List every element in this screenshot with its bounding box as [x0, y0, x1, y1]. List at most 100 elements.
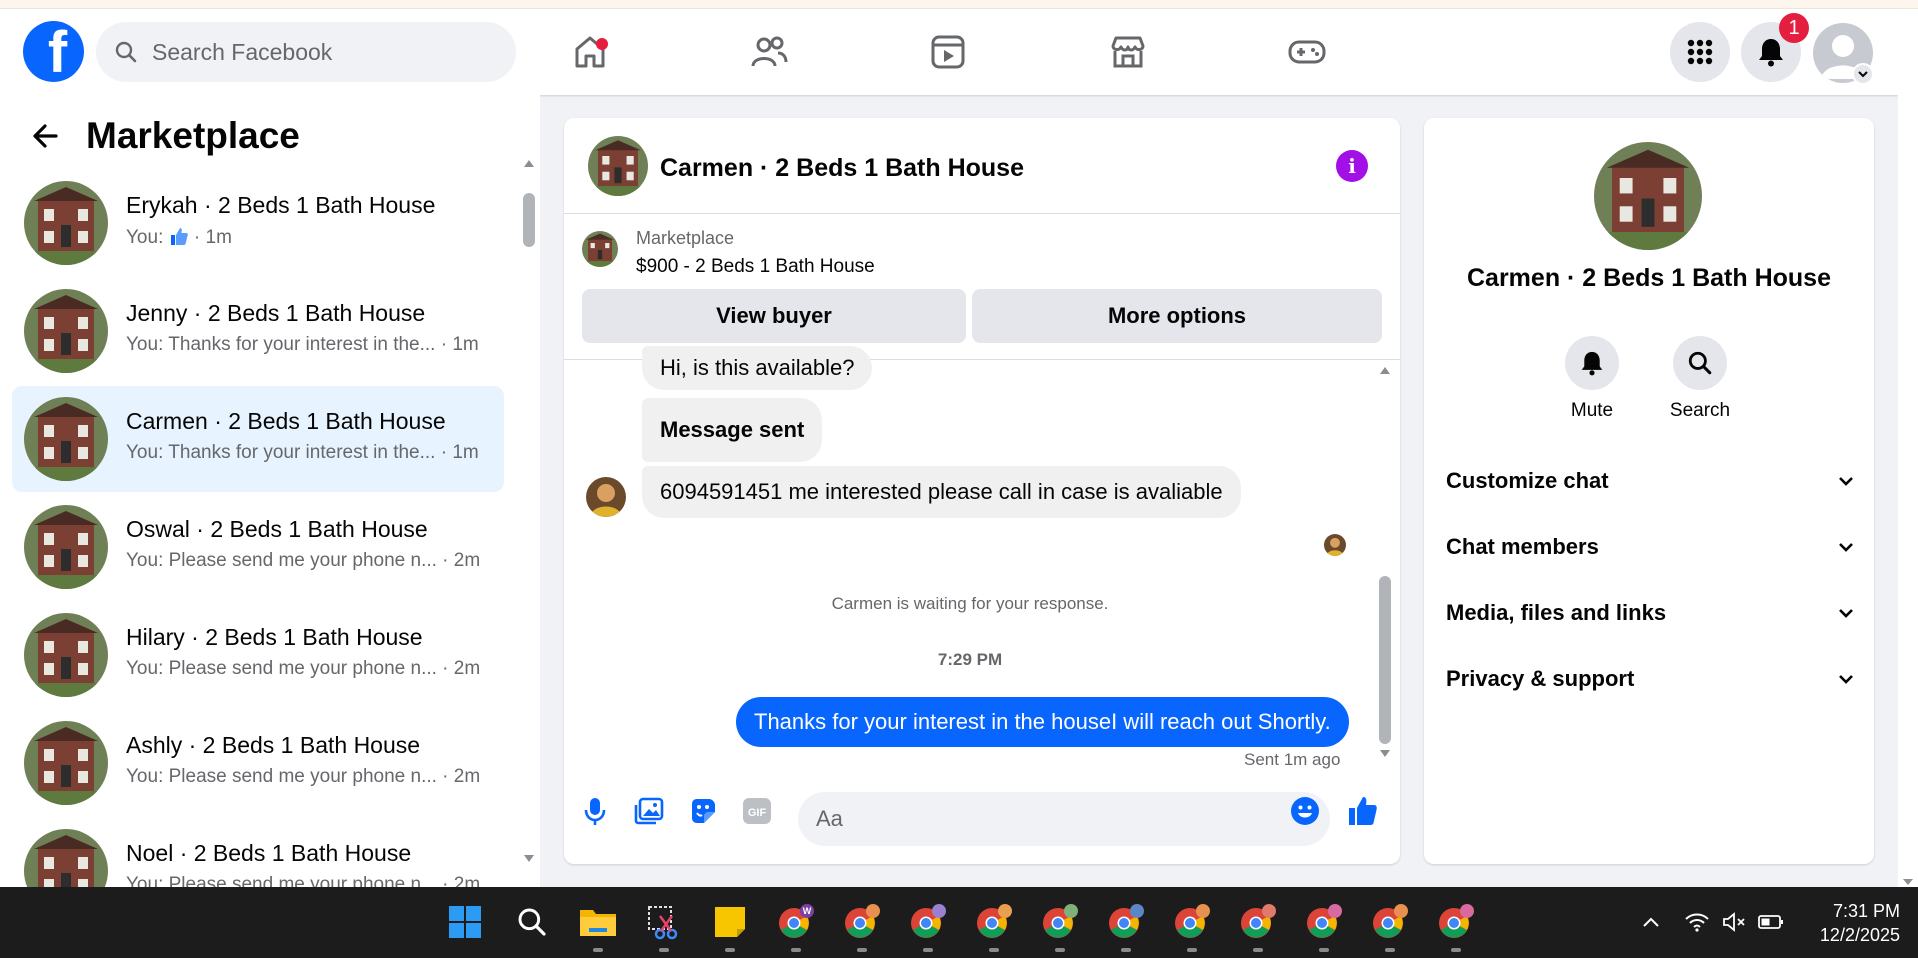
system-clock[interactable]: 7:31 PM 12/2/2025 [1800, 899, 1900, 947]
marketplace-icon [1111, 36, 1145, 67]
scrollbar-thumb[interactable] [523, 193, 535, 247]
chevron-down-icon [1858, 71, 1868, 78]
chevron-down-icon [1839, 609, 1853, 618]
nav-gaming[interactable] [1277, 24, 1337, 79]
account-menu-chevron[interactable] [1852, 63, 1874, 85]
incoming-message[interactable]: Hi, is this available? [642, 346, 873, 390]
customize-chat-section[interactable]: Customize chat [1446, 461, 1856, 501]
mute-circle[interactable] [1565, 336, 1619, 390]
photo-icon [634, 797, 664, 825]
attach-photo-button[interactable] [632, 794, 666, 828]
marketplace-conversation-list: Marketplace Erykah · 2 Beds 1 Bath House… [0, 95, 540, 887]
conversation-preview: You: Please send me your phone n... · 2m [126, 766, 481, 787]
conversation-item[interactable]: Ashly · 2 Beds 1 Bath House You: Please … [12, 710, 504, 816]
sticky-notes-icon [715, 907, 745, 937]
battery-button[interactable] [1756, 907, 1786, 937]
conversation-item[interactable]: Hilary · 2 Beds 1 Bath House You: Please… [12, 602, 504, 708]
conversation-name: Erykah · 2 Beds 1 Bath House [126, 192, 436, 218]
running-indicator [1187, 948, 1197, 952]
gif-button[interactable]: GIF [740, 794, 774, 828]
message-input[interactable]: Aa [798, 792, 1330, 846]
start-button[interactable] [444, 901, 486, 943]
privacy-support-section[interactable]: Privacy & support [1446, 659, 1856, 699]
gaming-icon [1288, 40, 1326, 63]
view-buyer-button[interactable]: View buyer [582, 289, 966, 343]
chrome-profile-button[interactable] [1369, 901, 1411, 943]
nav-video[interactable] [918, 24, 978, 79]
conversation-list-scrollbar[interactable] [523, 155, 535, 867]
search-input[interactable]: Search Facebook [96, 22, 516, 82]
file-explorer-button[interactable] [577, 901, 619, 943]
emoji-button[interactable] [1288, 794, 1322, 828]
conversation-item[interactable]: Jenny · 2 Beds 1 Bath House You: Thanks … [12, 278, 504, 384]
conversation-item[interactable]: Erykah · 2 Beds 1 Bath House You: · 1m [12, 170, 504, 276]
menu-button[interactable] [1670, 22, 1730, 82]
conversation-item[interactable]: Noel · 2 Beds 1 Bath House You: Please s… [12, 818, 504, 887]
chrome-icon [977, 904, 1012, 938]
conversation-item-active[interactable]: Carmen · 2 Beds 1 Bath House You: Thanks… [12, 386, 504, 492]
nav-friends[interactable] [739, 24, 799, 79]
conversation-item[interactable]: Oswal · 2 Beds 1 Bath House You: Please … [12, 494, 504, 600]
network-button[interactable] [1682, 907, 1712, 937]
snipping-tool-button[interactable] [643, 901, 685, 943]
taskbar-search-button[interactable] [511, 901, 553, 943]
chrome-profile-button[interactable] [1237, 901, 1279, 943]
sticky-notes-button[interactable] [709, 901, 751, 943]
chrome-profile-button[interactable] [1303, 901, 1345, 943]
chat-window: Carmen · 2 Beds 1 Bath House i Marketpla… [564, 118, 1400, 864]
info-icon[interactable]: i [1336, 150, 1368, 182]
listing-title[interactable]: $900 - 2 Beds 1 Bath House [636, 256, 875, 278]
chrome-profile-button[interactable] [907, 901, 949, 943]
running-indicator [1253, 948, 1263, 952]
running-indicator [1319, 948, 1329, 952]
chat-details-name: Carmen · 2 Beds 1 Bath House [1467, 264, 1831, 292]
search-circle[interactable] [1673, 336, 1727, 390]
back-arrow-icon[interactable] [30, 120, 62, 152]
running-indicator [659, 948, 669, 952]
chat-header: Carmen · 2 Beds 1 Bath House i [564, 118, 1400, 214]
chrome-profile-button[interactable] [1105, 901, 1147, 943]
chrome-profile-button[interactable] [1039, 901, 1081, 943]
friends-icon [751, 36, 788, 66]
mute-label: Mute [1570, 400, 1614, 421]
chrome-profile-button[interactable] [841, 901, 883, 943]
chat-members-section[interactable]: Chat members [1446, 527, 1856, 567]
conversation-name: Noel · 2 Beds 1 Bath House [126, 840, 412, 866]
chrome-icon [845, 904, 880, 938]
volume-button[interactable] [1720, 907, 1750, 937]
search-in-chat-button[interactable]: Search [1660, 336, 1740, 422]
more-options-button[interactable]: More options [972, 289, 1382, 343]
sticker-button[interactable] [686, 794, 720, 828]
scrollbar-thumb[interactable] [1379, 576, 1391, 744]
incoming-message[interactable]: 6094591451 me interested please call in … [642, 466, 1241, 518]
media-files-links-section[interactable]: Media, files and links [1446, 593, 1856, 633]
windows-taskbar: W 7:31 PM 12/2/2025 [0, 887, 1918, 958]
listing-thumbnail [582, 231, 618, 267]
mute-button[interactable]: Mute [1552, 336, 1632, 422]
nav-home[interactable] [560, 24, 620, 79]
show-hidden-icons-button[interactable] [1636, 907, 1666, 937]
home-notification-dot [596, 38, 608, 50]
gif-icon: GIF [743, 798, 771, 824]
chrome-profile-button[interactable]: W [775, 901, 817, 943]
chat-details-panel: Carmen · 2 Beds 1 Bath House Mute Search… [1424, 118, 1874, 864]
conversation-preview: You: · 1m [126, 227, 232, 248]
chrome-profile-button[interactable] [973, 901, 1015, 943]
nav-marketplace[interactable] [1098, 24, 1158, 79]
outgoing-message[interactable]: Thanks for your interest in the houseI w… [736, 697, 1349, 747]
listing-thumbnail[interactable] [588, 136, 648, 196]
conversation-preview: You: Thanks for your interest in the... … [126, 442, 479, 463]
incoming-message[interactable]: Message sent [642, 398, 823, 462]
facebook-logo[interactable]: f [23, 21, 84, 82]
chrome-profile-button[interactable] [1435, 901, 1477, 943]
send-like-button[interactable] [1346, 794, 1380, 828]
chrome-profile-button[interactable] [1171, 901, 1213, 943]
volume-muted-icon [1723, 912, 1745, 932]
page-scrollbar[interactable] [1898, 9, 1918, 887]
section-label: Chat members [1446, 534, 1599, 559]
voice-clip-button[interactable] [578, 794, 612, 828]
chat-title[interactable]: Carmen · 2 Beds 1 Bath House [660, 154, 1024, 183]
running-indicator [1121, 948, 1131, 952]
clock-date: 12/2/2025 [1819, 925, 1900, 945]
sender-avatar [586, 477, 626, 517]
